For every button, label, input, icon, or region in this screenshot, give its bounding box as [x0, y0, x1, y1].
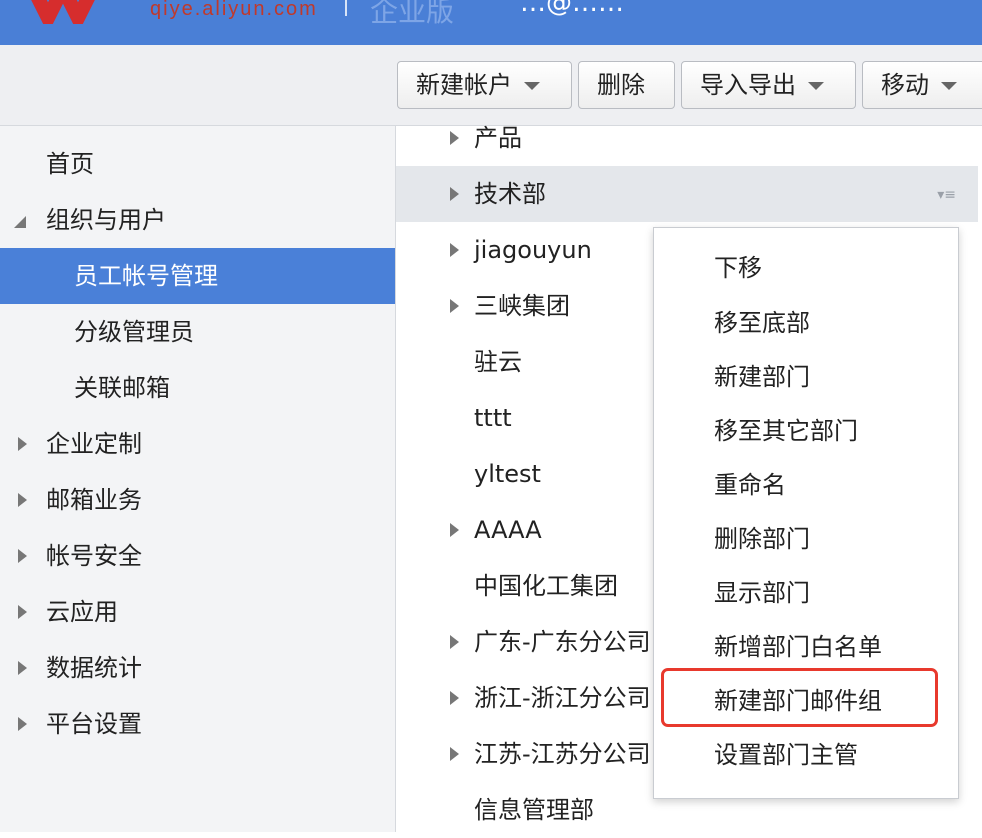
sidebar-item-mail-business[interactable]: 邮箱业务 [0, 472, 395, 528]
collapsed-arrow-icon [18, 661, 27, 675]
collapsed-arrow-icon[interactable] [450, 299, 459, 313]
move-button[interactable]: 移动 [862, 61, 982, 109]
sidebar-item-label: 云应用 [46, 598, 118, 626]
department-name: 信息管理部 [474, 796, 594, 824]
collapsed-arrow-icon[interactable] [450, 691, 459, 705]
department-name: yltest [474, 460, 541, 488]
sidebar-item-linked-mailbox[interactable]: 关联邮箱 [0, 360, 395, 416]
sidebar-item-label: 关联邮箱 [74, 374, 170, 402]
sidebar: 首页 组织与用户 员工帐号管理 分级管理员 关联邮箱 企业定制 邮箱业务 帐号安… [0, 126, 395, 832]
delete-button[interactable]: 删除 [578, 61, 675, 109]
sidebar-item-platform-settings[interactable]: 平台设置 [0, 696, 395, 752]
logo-divider [345, 0, 347, 16]
sidebar-item-label: 组织与用户 [46, 206, 166, 234]
collapsed-arrow-icon [18, 493, 27, 507]
new-account-label: 新建帐户 [416, 71, 512, 99]
collapsed-arrow-icon[interactable] [450, 635, 459, 649]
collapsed-arrow-icon[interactable] [450, 131, 459, 145]
menu-item-set-manager[interactable]: 设置部门主管 [654, 728, 958, 782]
expanded-arrow-icon [14, 216, 26, 228]
sidebar-item-label: 邮箱业务 [46, 486, 142, 514]
menu-item-label: 新建部门 [714, 363, 810, 391]
menu-item-label: 新增部门白名单 [714, 633, 882, 661]
department-name: 技术部 [474, 180, 546, 208]
sidebar-item-account-security[interactable]: 帐号安全 [0, 528, 395, 584]
chevron-down-icon [808, 82, 824, 90]
collapsed-arrow-icon [18, 437, 27, 451]
collapsed-arrow-icon [18, 549, 27, 563]
sidebar-item-statistics[interactable]: 数据统计 [0, 640, 395, 696]
sidebar-item-label: 首页 [46, 150, 94, 178]
collapsed-arrow-icon [18, 605, 27, 619]
menu-item-delete-department[interactable]: 删除部门 [654, 512, 958, 566]
sidebar-item-cloud-apps[interactable]: 云应用 [0, 584, 395, 640]
logo-icon [31, 0, 95, 24]
collapsed-arrow-icon [18, 717, 27, 731]
collapsed-arrow-icon[interactable] [450, 747, 459, 761]
edition-label: 企业版 [370, 0, 455, 28]
sidebar-item-label: 分级管理员 [74, 318, 194, 346]
sidebar-item-label: 帐号安全 [46, 542, 142, 570]
department-name: 浙江-浙江分公司 [474, 684, 651, 712]
menu-item-move-to-bottom[interactable]: 移至底部 [654, 296, 958, 350]
department-name: jiagouyun [474, 236, 592, 264]
menu-item-move-to-other[interactable]: 移至其它部门 [654, 404, 958, 458]
sidebar-item-customization[interactable]: 企业定制 [0, 416, 395, 472]
collapsed-arrow-icon[interactable] [450, 187, 459, 201]
move-label: 移动 [881, 71, 929, 99]
department-name: 中国化工集团 [474, 572, 618, 600]
menu-item-new-department[interactable]: 新建部门 [654, 350, 958, 404]
highlight-annotation [661, 668, 938, 727]
menu-item-label: 设置部门主管 [714, 741, 858, 769]
menu-item-label: 重命名 [714, 471, 786, 499]
header-user-info: …@…… [520, 0, 624, 18]
menu-item-rename[interactable]: 重命名 [654, 458, 958, 512]
menu-item-show-department[interactable]: 显示部门 [654, 566, 958, 620]
menu-item-label: 移至底部 [714, 309, 810, 337]
sidebar-item-label: 企业定制 [46, 430, 142, 458]
sidebar-item-employee-accounts[interactable]: 员工帐号管理 [0, 248, 395, 304]
delete-label: 删除 [597, 71, 645, 99]
department-name: 驻云 [474, 348, 522, 376]
department-name: tttt [474, 404, 512, 432]
new-account-button[interactable]: 新建帐户 [397, 61, 572, 109]
chevron-down-icon [524, 82, 540, 90]
chevron-down-icon [941, 82, 957, 90]
sidebar-item-tiered-admin[interactable]: 分级管理员 [0, 304, 395, 360]
department-name: 江苏-江苏分公司 [474, 740, 651, 768]
department-name: AAAA [474, 516, 542, 544]
app-header: qiye.aliyun.com 企业版 …@…… [0, 0, 982, 45]
menu-item-move-down[interactable]: 下移 [654, 241, 958, 295]
menu-item-label: 删除部门 [714, 525, 810, 553]
collapsed-arrow-icon[interactable] [450, 523, 459, 537]
sidebar-item-label: 员工帐号管理 [74, 262, 218, 290]
department-name: 产品 [474, 124, 522, 152]
sidebar-item-label: 数据统计 [46, 654, 142, 682]
department-name: 三峡集团 [474, 292, 570, 320]
collapsed-arrow-icon[interactable] [450, 243, 459, 257]
logo-url: qiye.aliyun.com [150, 0, 318, 20]
department-name: 广东-广东分公司 [474, 628, 651, 656]
sidebar-item-label: 平台设置 [46, 710, 142, 738]
tree-row-tech[interactable]: 技术部 ▾≡ [396, 166, 978, 222]
menu-item-add-whitelist[interactable]: 新增部门白名单 [654, 620, 958, 674]
import-export-label: 导入导出 [700, 71, 796, 99]
menu-item-label: 显示部门 [714, 579, 810, 607]
row-menu-icon[interactable]: ▾≡ [937, 188, 956, 202]
menu-item-label: 移至其它部门 [714, 417, 858, 445]
sidebar-item-home[interactable]: 首页 [0, 136, 395, 192]
sidebar-item-org-users[interactable]: 组织与用户 [0, 192, 395, 248]
tree-row-product[interactable]: 产品 [396, 110, 978, 166]
menu-item-label: 下移 [714, 254, 762, 282]
import-export-button[interactable]: 导入导出 [681, 61, 856, 109]
